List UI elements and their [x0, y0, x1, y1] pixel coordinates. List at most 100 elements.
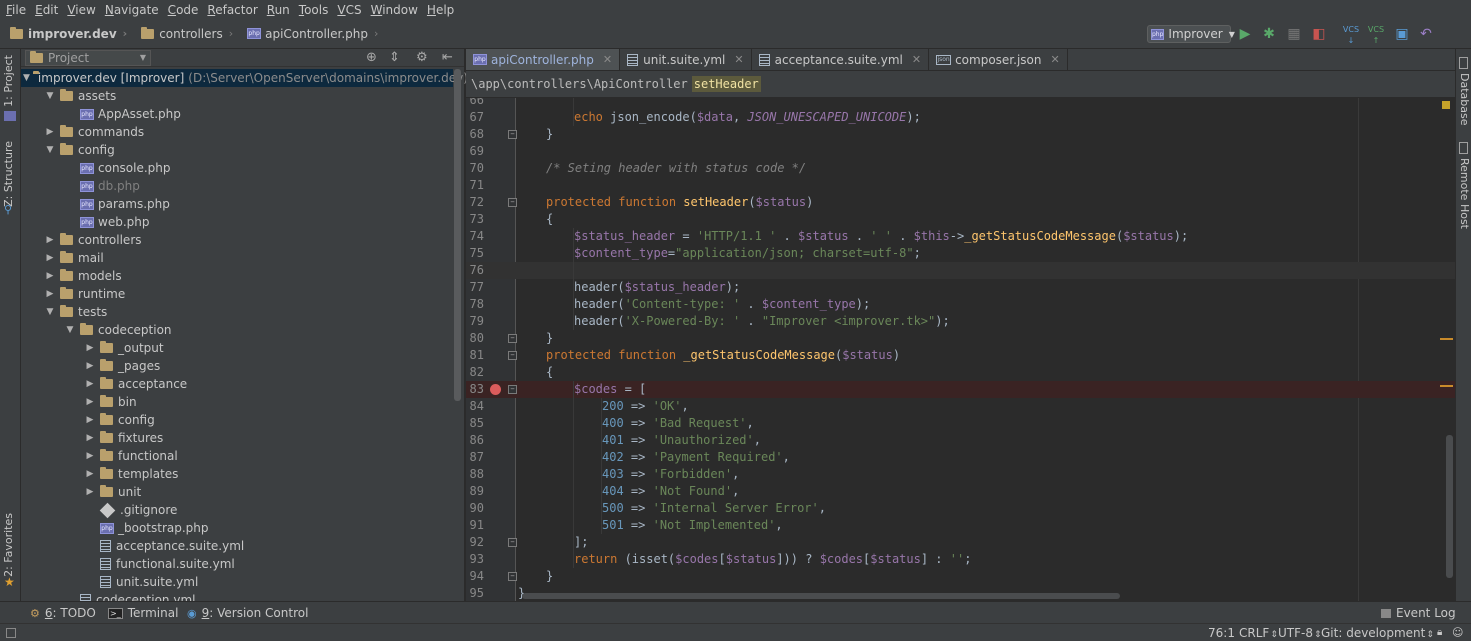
fold-marker-icon[interactable]: −	[508, 334, 517, 343]
line-number[interactable]: 88	[466, 466, 484, 483]
project-view-select[interactable]: Project ▼	[25, 49, 151, 66]
code-line[interactable]: 75 $content_type="application/json; chars…	[466, 245, 1455, 262]
tree-item[interactable]: php db.php	[21, 177, 453, 195]
editor-tab[interactable]: acceptance.suite.yml ✕	[752, 49, 930, 70]
tree-item[interactable]: ▼ codeception	[21, 321, 453, 339]
vcs-commit-icon[interactable]: VCS ↑	[1367, 24, 1385, 45]
code-line[interactable]: 88 403 => 'Forbidden',	[466, 466, 1455, 483]
code-line[interactable]: 66	[466, 98, 1455, 109]
fold-marker-icon[interactable]: −	[508, 130, 517, 139]
menu-help[interactable]: Help	[427, 3, 460, 17]
history-icon[interactable]: ▣	[1393, 24, 1411, 44]
line-number[interactable]: 85	[466, 415, 484, 432]
tree-item[interactable]: ▶ models	[21, 267, 453, 285]
collapse-arrow-icon[interactable]: ▶	[83, 379, 97, 389]
tree-item[interactable]: php AppAsset.php	[21, 105, 453, 123]
fold-marker-icon[interactable]: −	[508, 198, 517, 207]
code-editor[interactable]: 66 67 echo json_encode($data, JSON_UNESCAP…	[466, 98, 1455, 601]
lock-icon[interactable]: 🔒︎	[1437, 624, 1442, 641]
close-icon[interactable]: ✕	[734, 53, 743, 66]
tab-remote-host[interactable]: Remote Host	[1458, 158, 1471, 229]
menu-window[interactable]: Window	[371, 3, 424, 17]
line-number[interactable]: 71	[466, 177, 484, 194]
collapse-arrow-icon[interactable]: ▶	[43, 235, 57, 245]
breadcrumb-file[interactable]: php apiController.php ›	[237, 27, 378, 41]
line-number[interactable]: 83	[466, 381, 484, 398]
editor-breadcrumb-path[interactable]: \app\controllers\ApiController	[471, 77, 688, 91]
code-line[interactable]: 90 500 => 'Internal Server Error',	[466, 500, 1455, 517]
project-scrollbar[interactable]	[454, 69, 461, 401]
git-branch[interactable]: Git: development⇕	[1321, 624, 1434, 641]
tree-item[interactable]: ▶ _output	[21, 339, 453, 357]
vcs-update-icon[interactable]: VCS ↓	[1342, 24, 1360, 45]
collapse-arrow-icon[interactable]: ▶	[83, 469, 97, 479]
code-line[interactable]: 67 echo json_encode($data, JSON_UNESCAPED…	[466, 109, 1455, 126]
tree-item[interactable]: php web.php	[21, 213, 453, 231]
line-number[interactable]: 92	[466, 534, 484, 551]
collapse-arrow-icon[interactable]: ▶	[43, 271, 57, 281]
code-line[interactable]: 79 header('X-Powered-By: ' . "Improver <i…	[466, 313, 1455, 330]
tree-item[interactable]: ▶ bin	[21, 393, 453, 411]
line-number[interactable]: 69	[466, 143, 484, 160]
line-number[interactable]: 77	[466, 279, 484, 296]
code-line[interactable]: 81 − protected function _getStatusCodeMess…	[466, 347, 1455, 364]
code-line[interactable]: 77 header($status_header);	[466, 279, 1455, 296]
line-number[interactable]: 86	[466, 432, 484, 449]
expand-arrow-icon[interactable]: ▼	[43, 91, 57, 101]
tree-item[interactable]: ▶ mail	[21, 249, 453, 267]
code-line[interactable]: 82 {	[466, 364, 1455, 381]
warning-indicator-icon[interactable]	[1442, 101, 1450, 109]
tree-item[interactable]: ▶ controllers	[21, 231, 453, 249]
line-number[interactable]: 91	[466, 517, 484, 534]
code-line[interactable]: 84 200 => 'OK',	[466, 398, 1455, 415]
tree-item[interactable]: ▶ fixtures	[21, 429, 453, 447]
version-control-tab[interactable]: ◉ 9 : Version Control	[187, 602, 308, 624]
close-icon[interactable]: ✕	[1050, 53, 1059, 66]
close-icon[interactable]: ✕	[603, 53, 612, 66]
target-icon[interactable]: ⊕	[366, 49, 377, 67]
menu-file[interactable]: File	[6, 3, 32, 17]
code-line[interactable]: 70 /* Seting header with status code */	[466, 160, 1455, 177]
tree-item[interactable]: ▶ commands	[21, 123, 453, 141]
tab-project[interactable]: 1: Project	[2, 55, 15, 107]
tree-item[interactable]: acceptance.suite.yml	[21, 537, 453, 555]
code-line[interactable]: 86 401 => 'Unauthorized',	[466, 432, 1455, 449]
tree-item[interactable]: ▶ _pages	[21, 357, 453, 375]
coverage-icon[interactable]: ▦	[1285, 24, 1303, 44]
code-line[interactable]: 69	[466, 143, 1455, 160]
debug-icon[interactable]: ✱	[1260, 24, 1278, 44]
code-line[interactable]: 78 header('Content-type: ' . $content_typ…	[466, 296, 1455, 313]
tree-item[interactable]: ▶ runtime	[21, 285, 453, 303]
code-line[interactable]: 71	[466, 177, 1455, 194]
line-number[interactable]: 87	[466, 449, 484, 466]
line-number[interactable]: 73	[466, 211, 484, 228]
editor-tab[interactable]: php apiController.php ✕	[466, 49, 621, 70]
tab-favorites[interactable]: 2: Favorites	[2, 513, 15, 577]
menu-tools[interactable]: Tools	[299, 3, 335, 17]
line-number[interactable]: 74	[466, 228, 484, 245]
terminal-tab[interactable]: >_ Terminal	[108, 602, 178, 624]
tree-root[interactable]: ▼ improver.dev [Improver] (D:\Server\Ope…	[21, 69, 468, 87]
code-line[interactable]: 68 −}	[466, 126, 1455, 143]
code-line[interactable]: 89 404 => 'Not Found',	[466, 483, 1455, 500]
close-icon[interactable]: ✕	[912, 53, 921, 66]
collapse-all-icon[interactable]: ⇕	[389, 49, 400, 67]
code-line[interactable]: 93 return (isset($codes[$status])) ? $cod…	[466, 551, 1455, 568]
tree-item[interactable]: .gitignore	[21, 501, 453, 519]
tree-item[interactable]: php _bootstrap.php	[21, 519, 453, 537]
code-line[interactable]: 83 − $codes = [	[466, 381, 1455, 398]
editor-vertical-scrollbar[interactable]	[1446, 435, 1453, 578]
line-number[interactable]: 76	[466, 262, 484, 279]
code-line[interactable]: 91 501 => 'Not Implemented',	[466, 517, 1455, 534]
code-line[interactable]: 85 400 => 'Bad Request',	[466, 415, 1455, 432]
line-number[interactable]: 72	[466, 194, 484, 211]
collapse-arrow-icon[interactable]: ▶	[83, 361, 97, 371]
line-number[interactable]: 90	[466, 500, 484, 517]
editor-breadcrumb-method[interactable]: setHeader	[691, 76, 761, 92]
collapse-arrow-icon[interactable]: ▶	[83, 415, 97, 425]
tree-item[interactable]: php console.php	[21, 159, 453, 177]
tree-item[interactable]: ▶ unit	[21, 483, 453, 501]
code-line[interactable]: 76	[466, 262, 1455, 279]
collapse-arrow-icon[interactable]: ▶	[43, 253, 57, 263]
hide-panel-icon[interactable]: ⇤	[442, 49, 453, 67]
